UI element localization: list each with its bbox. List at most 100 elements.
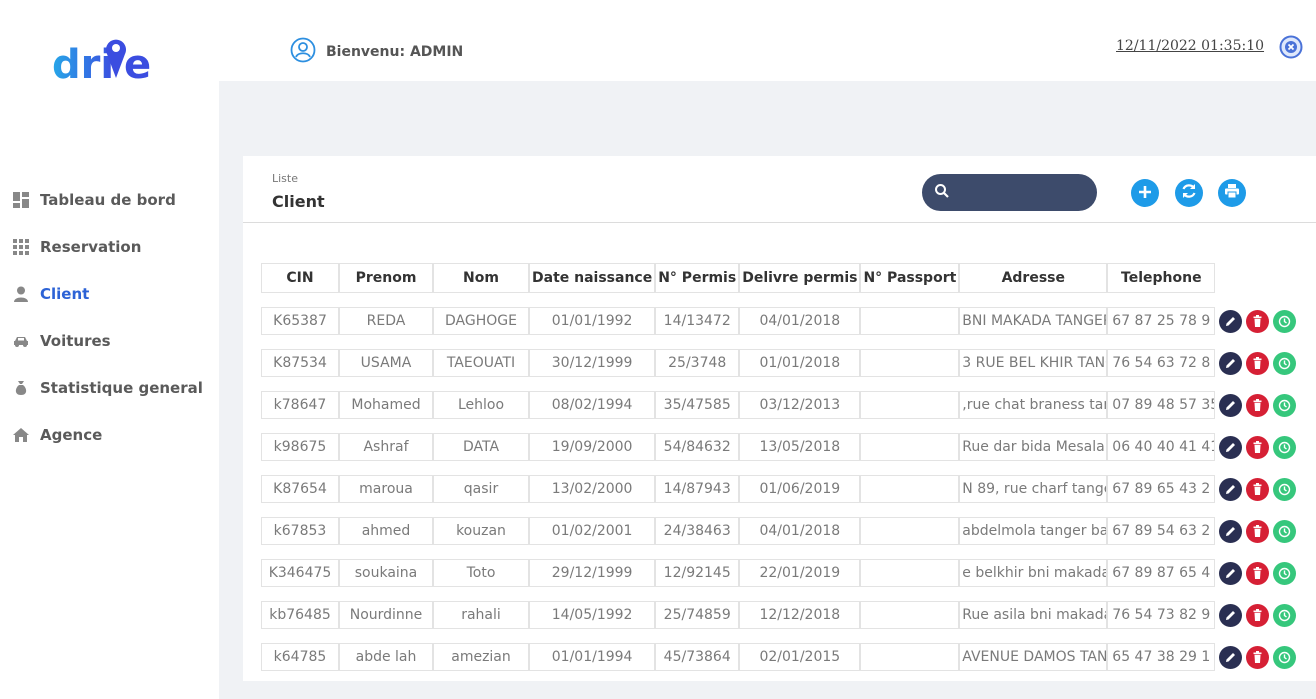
history-button[interactable] [1273, 393, 1297, 417]
table-cell: 13/02/2000 [529, 475, 656, 503]
column-header[interactable]: Telephone [1107, 263, 1216, 293]
table-row[interactable]: K346475 soukaina Toto 29/12/1999 12/92145 22/… [261, 559, 1310, 587]
column-header[interactable]: Date naissance [529, 263, 656, 293]
table-row[interactable]: k78647 Mohamed Lehloo 08/02/1994 35/47585 03/… [261, 391, 1310, 419]
sidebar-item-voitures[interactable]: Voitures [0, 317, 219, 364]
history-button[interactable] [1273, 435, 1297, 459]
table-cell [860, 349, 960, 377]
delete-button[interactable] [1246, 561, 1270, 585]
table-cell: qasir [433, 475, 529, 503]
sidebar-item-client[interactable]: Client [0, 270, 219, 317]
edit-button[interactable] [1219, 435, 1243, 459]
edit-button[interactable] [1219, 351, 1243, 375]
row-actions [1215, 601, 1310, 629]
money-bag-icon [12, 379, 30, 397]
delete-button[interactable] [1246, 309, 1270, 333]
row-actions [1215, 559, 1310, 587]
delete-button[interactable] [1246, 519, 1270, 543]
table-cell: K87534 [261, 349, 339, 377]
column-header[interactable]: CIN [261, 263, 339, 293]
table-cell: 01/02/2001 [529, 517, 656, 545]
table-cell: 14/87943 [655, 475, 740, 503]
table-cell: 12/12/2018 [739, 601, 861, 629]
edit-button[interactable] [1219, 309, 1243, 333]
table-cell: k78647 [261, 391, 339, 419]
history-button[interactable] [1273, 351, 1297, 375]
sidebar-nav: Tableau de bord Reservation Client Voitu… [0, 176, 219, 458]
column-header[interactable]: Adresse [959, 263, 1108, 293]
history-button[interactable] [1273, 309, 1297, 333]
table-cell: 04/01/2018 [739, 307, 861, 335]
column-header[interactable]: N° Permis [655, 263, 740, 293]
sidebar-item-label: Statistique general [40, 378, 203, 397]
table-row[interactable]: k64785 abde lah amezian 01/01/1994 45/73864 0… [261, 643, 1310, 671]
history-button[interactable] [1273, 561, 1297, 585]
client-table: CIN Prenom Nom Date naissance N° Permis … [261, 249, 1311, 685]
drive-logo[interactable]: dri e [52, 30, 162, 88]
sidebar-item-agence[interactable]: Agence [0, 411, 219, 458]
table-cell: 03/12/2013 [739, 391, 861, 419]
delete-button[interactable] [1246, 603, 1270, 627]
history-button[interactable] [1273, 519, 1297, 543]
search-box[interactable] [922, 174, 1097, 211]
history-button[interactable] [1273, 477, 1297, 501]
table-cell: 22/01/2019 [739, 559, 861, 587]
print-button[interactable] [1218, 179, 1246, 207]
table-cell: 04/01/2018 [739, 517, 861, 545]
table-cell: DAGHOGE [433, 307, 529, 335]
history-button[interactable] [1273, 645, 1297, 669]
divider [243, 222, 1316, 223]
close-circle-icon[interactable] [1279, 35, 1303, 63]
breadcrumb: Liste [272, 172, 298, 185]
table-cell: 14/05/1992 [529, 601, 656, 629]
edit-button[interactable] [1219, 477, 1243, 501]
table-cell: soukaina [339, 559, 433, 587]
sidebar-item-reservation[interactable]: Reservation [0, 223, 219, 270]
welcome-text: Bienvenu: ADMIN [326, 44, 464, 60]
table-row[interactable]: K65387 REDA DAGHOGE 01/01/1992 14/13472 04/01… [261, 307, 1310, 335]
table-row[interactable]: kb76485 Nourdinne rahali 14/05/1992 25/74859… [261, 601, 1310, 629]
refresh-button[interactable] [1175, 179, 1203, 207]
sidebar-item-statistique-general[interactable]: Statistique general [0, 364, 219, 411]
table-cell: 67 87 25 78 9 [1107, 307, 1216, 335]
table-cell [860, 517, 960, 545]
add-client-button[interactable] [1131, 179, 1159, 207]
delete-button[interactable] [1246, 645, 1270, 669]
delete-button[interactable] [1246, 435, 1270, 459]
table-cell: 12/92145 [655, 559, 740, 587]
delete-button[interactable] [1246, 351, 1270, 375]
table-cell: Rue dar bida Mesalah [959, 433, 1108, 461]
printer-icon [1224, 183, 1240, 203]
delete-button[interactable] [1246, 393, 1270, 417]
sidebar-item-tableau-de-bord[interactable]: Tableau de bord [0, 176, 219, 223]
column-header[interactable]: Delivre permis [739, 263, 861, 293]
table-row[interactable]: k98675 Ashraf DATA 19/09/2000 54/84632 13/05/… [261, 433, 1310, 461]
edit-button[interactable] [1219, 561, 1243, 585]
search-input[interactable] [956, 185, 1086, 200]
edit-button[interactable] [1219, 603, 1243, 627]
column-header[interactable]: N° Passport [860, 263, 960, 293]
column-header[interactable]: Nom [433, 263, 529, 293]
history-button[interactable] [1273, 603, 1297, 627]
page-title: Client [272, 192, 325, 211]
table-row[interactable]: k67853 ahmed kouzan 01/02/2001 24/38463 04/01… [261, 517, 1310, 545]
table-row[interactable]: K87534 USAMA TAEOUATI 30/12/1999 25/3748 01/0… [261, 349, 1310, 377]
table-row[interactable]: K87654 maroua qasir 13/02/2000 14/87943 01/06… [261, 475, 1310, 503]
table-cell: ahmed [339, 517, 433, 545]
table-cell: k98675 [261, 433, 339, 461]
delete-button[interactable] [1246, 477, 1270, 501]
table-cell: e belkhir bni makada [959, 559, 1108, 587]
edit-button[interactable] [1219, 519, 1243, 543]
sidebar-item-label: Agence [40, 425, 103, 444]
table-cell: 06 40 40 41 41 [1107, 433, 1216, 461]
table-cell: 01/01/2018 [739, 349, 861, 377]
table-cell: DATA [433, 433, 529, 461]
table-cell: 25/74859 [655, 601, 740, 629]
table-cell: 01/01/1992 [529, 307, 656, 335]
edit-button[interactable] [1219, 645, 1243, 669]
row-actions [1215, 643, 1310, 671]
calendar-grid-icon [12, 238, 30, 256]
column-header[interactable]: Prenom [339, 263, 433, 293]
edit-button[interactable] [1219, 393, 1243, 417]
table-cell: Toto [433, 559, 529, 587]
